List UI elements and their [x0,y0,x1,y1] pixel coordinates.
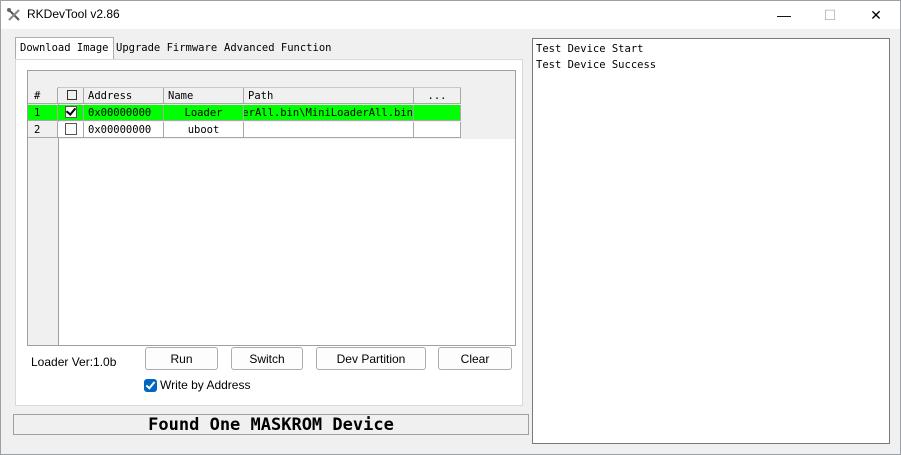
header-path: Path [244,88,414,104]
minimize-icon: — [777,7,791,23]
maximize-icon: ☐ [823,6,837,23]
row-browse-button[interactable] [414,105,461,121]
title-bar: RKDevTool v2.86 — ☐ ✕ [1,1,900,29]
row-address[interactable]: 0x00000000 [84,105,164,121]
tab-advanced-function[interactable]: Advanced Function [220,39,335,58]
close-button[interactable]: ✕ [853,1,899,29]
row-number: 1 [28,105,58,121]
row-name[interactable]: uboot [164,122,244,138]
grid-empty-area [59,139,515,345]
header-name: Name [164,88,244,104]
checkbox-unchecked-icon [65,123,77,135]
image-list-grid: # Address Name Path ... 1 0x00000000 Loa… [27,70,516,346]
write-by-address-checkbox[interactable]: Write by Address [144,378,250,392]
close-icon: ✕ [870,6,882,23]
device-status-bar: Found One MASKROM Device [13,414,529,435]
row-path[interactable] [244,122,414,138]
run-button[interactable]: Run [145,347,218,370]
checkbox-checked-icon [144,378,157,392]
switch-button[interactable]: Switch [231,347,303,370]
row-checkbox[interactable] [58,122,84,138]
row-browse-button[interactable] [414,122,461,138]
log-line: Test Device Start [536,43,644,55]
minimize-button[interactable]: — [761,1,807,29]
log-output[interactable]: Test Device Start Test Device Success [532,38,890,444]
header-browse: ... [414,88,461,104]
row-path-text: derAll.bin\MiniLoaderAll.bin [244,107,413,119]
grid-top-bar [28,71,461,88]
clear-button[interactable]: Clear [438,347,512,370]
header-check-all[interactable] [58,88,84,104]
dev-partition-button[interactable]: Dev Partition [316,347,426,370]
row-name[interactable]: Loader [164,105,244,121]
header-address: Address [84,88,164,104]
window-title: RKDevTool v2.86 [27,7,120,21]
checkbox-checked-icon [65,106,77,118]
loader-version-label: Loader Ver:1.0b [31,355,117,369]
checkbox-icon [67,90,77,100]
maximize-button[interactable]: ☐ [807,1,853,29]
row-path[interactable]: derAll.bin\MiniLoaderAll.bin [244,105,414,121]
row-number: 2 [28,122,58,138]
log-line: Test Device Success [536,59,657,71]
tab-upgrade-firmware[interactable]: Upgrade Firmware [112,39,221,58]
row-address[interactable]: 0x00000000 [84,122,164,138]
app-window: RKDevTool v2.86 — ☐ ✕ Download Image Upg… [0,0,901,455]
write-by-address-label: Write by Address [160,378,251,392]
tools-icon [7,8,20,21]
header-number: # [28,88,58,104]
row-checkbox[interactable] [58,105,84,121]
tab-download-image[interactable]: Download Image [15,37,114,59]
